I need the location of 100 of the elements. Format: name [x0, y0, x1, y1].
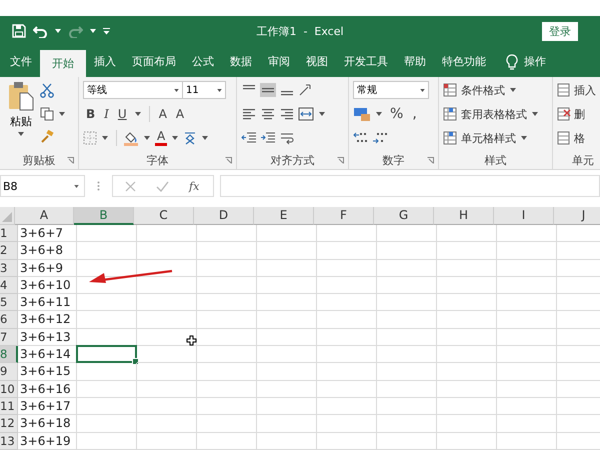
caret-icon[interactable] [134, 112, 141, 116]
dialog-launcher-icon[interactable] [337, 157, 344, 164]
caret-icon[interactable] [376, 112, 382, 116]
table-style-icon[interactable] [443, 131, 458, 145]
ribbon-tab[interactable]: 插入 [86, 46, 124, 77]
dialog-launcher-icon[interactable] [67, 157, 74, 164]
caret-icon[interactable] [59, 112, 65, 116]
ribbon-tab[interactable]: 页面布局 [124, 46, 184, 77]
wrap-text-icon[interactable] [279, 131, 295, 145]
dialog-launcher-icon[interactable] [225, 157, 232, 164]
row-header[interactable]: 7 [0, 328, 18, 346]
column-header[interactable]: A [15, 207, 74, 225]
styles-button[interactable]: 单元格样式 [460, 130, 517, 146]
table-style-icon[interactable] [443, 107, 458, 121]
row-header[interactable]: 12 [0, 415, 18, 433]
percent-button[interactable]: % [387, 106, 406, 122]
styles-button[interactable]: 套用表格格式 [460, 106, 528, 122]
column-header[interactable]: E [254, 207, 314, 225]
undo-icon[interactable] [33, 24, 48, 38]
column-header[interactable]: F [314, 207, 374, 225]
paste-button[interactable]: 粘贴 [4, 81, 34, 151]
ribbon-tab[interactable]: 特色功能 [434, 46, 494, 77]
border-icon[interactable] [83, 131, 97, 145]
bold-button[interactable]: B [83, 107, 98, 121]
font-size-dropdown[interactable]: 11 [182, 81, 226, 99]
align-left-icon[interactable] [241, 107, 257, 121]
ribbon-tab[interactable]: 文件 [2, 46, 40, 77]
font-name-dropdown[interactable]: 等线 [83, 81, 183, 99]
caret-icon[interactable] [510, 88, 516, 92]
row-header[interactable]: 1 [0, 225, 18, 242]
column-header[interactable]: G [374, 207, 434, 225]
column-header[interactable]: B [74, 207, 134, 225]
caret-icon[interactable] [532, 112, 538, 116]
comma-button[interactable]: , [409, 106, 420, 122]
caret-icon[interactable] [90, 29, 96, 33]
caret-icon[interactable] [55, 29, 61, 33]
copy-icon[interactable] [40, 107, 54, 121]
decrease-font-button[interactable]: A [172, 107, 188, 121]
column-header[interactable]: J [554, 207, 600, 225]
cells-icon[interactable] [557, 131, 571, 145]
currency-icon[interactable] [353, 106, 371, 122]
caret-icon[interactable] [202, 136, 208, 140]
underline-button[interactable]: U [114, 107, 130, 121]
merge-center-icon[interactable] [298, 107, 314, 121]
cells-button[interactable]: 删 [573, 106, 586, 122]
row-header[interactable]: 13 [0, 432, 18, 450]
ribbon-tab[interactable]: 数据 [222, 46, 260, 77]
decrease-decimal-icon[interactable] [372, 131, 388, 145]
row-header[interactable]: 8 [0, 346, 18, 364]
save-icon[interactable] [12, 24, 26, 38]
row-header[interactable]: 2 [0, 242, 18, 260]
ribbon-tab[interactable]: 视图 [298, 46, 336, 77]
dialog-launcher-icon[interactable] [427, 157, 434, 164]
grip-icon[interactable] [97, 181, 100, 191]
ribbon-tab[interactable]: 开发工具 [336, 46, 396, 77]
name-box[interactable]: B8 [0, 175, 85, 197]
caret-icon[interactable] [521, 136, 527, 140]
row-header[interactable]: 4 [0, 276, 18, 294]
font-color-button[interactable]: A [155, 130, 168, 146]
scissors-icon[interactable] [40, 83, 54, 98]
table-style-icon[interactable] [443, 83, 458, 97]
increase-font-button[interactable]: A [156, 107, 170, 121]
align-right-icon[interactable] [279, 107, 295, 121]
row-header[interactable]: 11 [0, 398, 18, 416]
decrease-indent-icon[interactable] [241, 131, 257, 145]
column-header[interactable]: I [494, 207, 554, 225]
ribbon-tab[interactable]: 开始 [40, 50, 86, 77]
increase-indent-icon[interactable] [260, 131, 276, 145]
row-header[interactable]: 5 [0, 294, 18, 312]
caret-icon[interactable] [144, 136, 150, 140]
caret-icon[interactable] [172, 136, 178, 140]
customize-icon[interactable] [103, 28, 110, 34]
login-button[interactable]: 登录 [542, 22, 578, 40]
column-header[interactable]: H [434, 207, 494, 225]
row-header[interactable]: 6 [0, 311, 18, 329]
align-center-icon[interactable] [260, 107, 276, 121]
row-header[interactable]: 9 [0, 363, 18, 381]
caret-icon[interactable] [319, 112, 325, 116]
format-painter-icon[interactable] [40, 130, 54, 143]
row-header[interactable]: 10 [0, 380, 18, 398]
increase-decimal-icon[interactable] [353, 131, 369, 145]
cells-icon[interactable] [557, 83, 571, 97]
lightbulb-icon[interactable] [506, 54, 518, 70]
formula-input[interactable] [220, 175, 600, 197]
caret-icon[interactable] [102, 136, 108, 140]
row-header[interactable]: 3 [0, 260, 18, 277]
cells-button[interactable]: 插入 [573, 82, 597, 98]
insert-function-button[interactable]: fx [189, 180, 200, 192]
cells-button[interactable]: 格 [573, 130, 586, 146]
fill-color-icon[interactable] [123, 130, 139, 146]
ribbon-tab[interactable]: 公式 [184, 46, 222, 77]
styles-button[interactable]: 条件格式 [460, 82, 506, 98]
cells-icon[interactable] [557, 107, 571, 121]
column-header[interactable]: D [194, 207, 254, 225]
tell-me-text[interactable]: 操作 [524, 54, 546, 69]
ribbon-tab[interactable]: 帮助 [396, 46, 434, 77]
ribbon-tab[interactable]: 审阅 [260, 46, 298, 77]
column-header[interactable]: C [134, 207, 194, 225]
number-format-dropdown[interactable]: 常规 [353, 81, 429, 99]
italic-button[interactable]: I [101, 107, 112, 121]
